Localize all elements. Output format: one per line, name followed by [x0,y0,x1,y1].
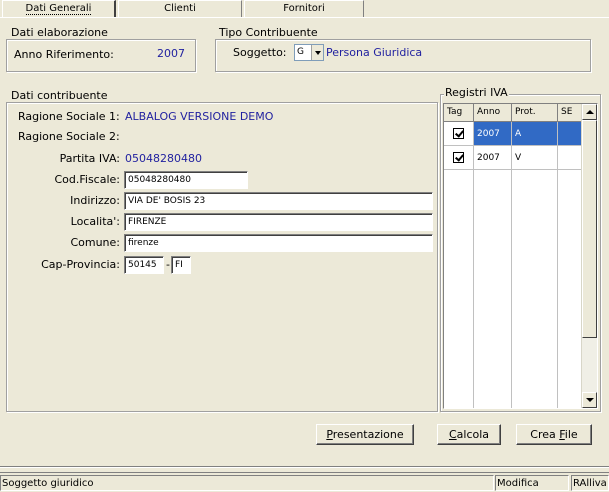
registri-iva-table[interactable]: Tag Anno Prot. SE 2007 A 2007 V [443,103,598,409]
tipo-contribuente-title: Tipo Contribuente [218,26,319,39]
ragione-sociale-2-label: Ragione Sociale 2: [18,130,120,143]
table-row[interactable]: 2007 V [444,146,582,170]
check-icon[interactable] [453,128,464,139]
column-header-anno[interactable]: Anno [474,104,512,122]
dati-elaborazione-title: Dati elaborazione [10,26,109,39]
column-header-prot[interactable]: Prot. [512,104,558,122]
tab-clienti[interactable]: Clienti [118,0,242,17]
tag-cell[interactable] [444,146,474,170]
soggetto-label: Soggetto: [233,46,287,59]
ragione-sociale-1-label: Ragione Sociale 1: [18,110,120,123]
tab-dati-generali[interactable]: Dati Generali [2,0,116,17]
chevron-down-icon[interactable] [311,45,323,60]
column-header-tag[interactable]: Tag [444,104,474,122]
soggetto-code: G [297,47,304,57]
cod-fiscale-input[interactable]: 05048280480 [124,171,248,189]
ragione-sociale-1-value: ALBALOG VERSIONE DEMO [125,110,274,123]
calcola-label: alcola [456,428,490,441]
tab-fornitori-label: Fornitori [283,3,325,14]
crea-file-label: ile [564,428,578,441]
prot-cell: V [512,146,558,170]
dati-contribuente-title: Dati contribuente [10,89,109,102]
dati-contribuente-group [6,102,438,412]
partita-iva-value: 05048280480 [125,152,202,165]
table-row[interactable]: 2007 A [444,122,582,146]
column-divider [511,170,512,408]
registri-iva-title: Registri IVA [444,86,509,99]
cap-input[interactable]: 50145 [124,256,164,274]
crea-file-button[interactable]: Crea File [516,424,592,445]
scroll-up-icon[interactable] [582,104,597,120]
calcola-button[interactable]: Calcola [437,424,501,445]
indirizzo-label: Indirizzo: [70,194,120,207]
status-mode: Modifica [495,475,569,491]
cap-provincia-label: Cap-Provincia: [41,258,120,271]
tab-fornitori[interactable]: Fornitori [244,0,364,17]
cod-fiscale-label: Cod.Fiscale: [54,173,120,186]
check-icon[interactable] [453,152,464,163]
crea-file-prefix: Crea [530,428,560,441]
anno-riferimento-label: Anno Riferimento: [14,48,114,61]
anno-cell: 2007 [474,122,512,146]
column-header-se[interactable]: SE [558,104,582,122]
indirizzo-input[interactable]: VIA DE' BOSIS 23 [124,192,433,210]
column-divider [473,170,474,408]
presentazione-label: resentazione [332,428,404,441]
localita-label: Localita': [70,215,120,228]
tab-clienti-label: Clienti [164,3,196,14]
bottom-divider-highlight [0,467,609,468]
provincia-input[interactable]: FI [171,256,191,274]
anno-cell: 2007 [474,146,512,170]
prot-cell: A [512,122,558,146]
scroll-down-icon[interactable] [582,392,597,408]
tab-panel-top-border [0,17,609,18]
status-bar: Soggetto giuridico Modifica RAlliva [0,472,609,492]
partita-iva-label: Partita IVA: [59,152,120,165]
soggetto-description: Persona Giuridica [326,46,423,59]
tag-cell[interactable] [444,122,474,146]
se-cell [558,122,582,146]
comune-label: Comune: [70,236,120,249]
column-divider [557,170,558,408]
tab-dati-generali-label: Dati Generali [25,3,92,15]
vertical-scrollbar[interactable] [581,104,597,408]
anno-riferimento-value: 2007 [157,47,185,60]
status-message: Soggetto giuridico [0,475,494,491]
scroll-thumb[interactable] [582,120,597,338]
comune-input[interactable]: firenze [124,234,433,252]
presentazione-button[interactable]: Presentazione [316,424,414,445]
status-user: RAlliva [571,475,609,491]
soggetto-combo[interactable]: G [294,44,324,61]
se-cell [558,146,582,170]
calcola-accel: C [448,428,457,441]
localita-input[interactable]: FIRENZE [124,213,433,231]
